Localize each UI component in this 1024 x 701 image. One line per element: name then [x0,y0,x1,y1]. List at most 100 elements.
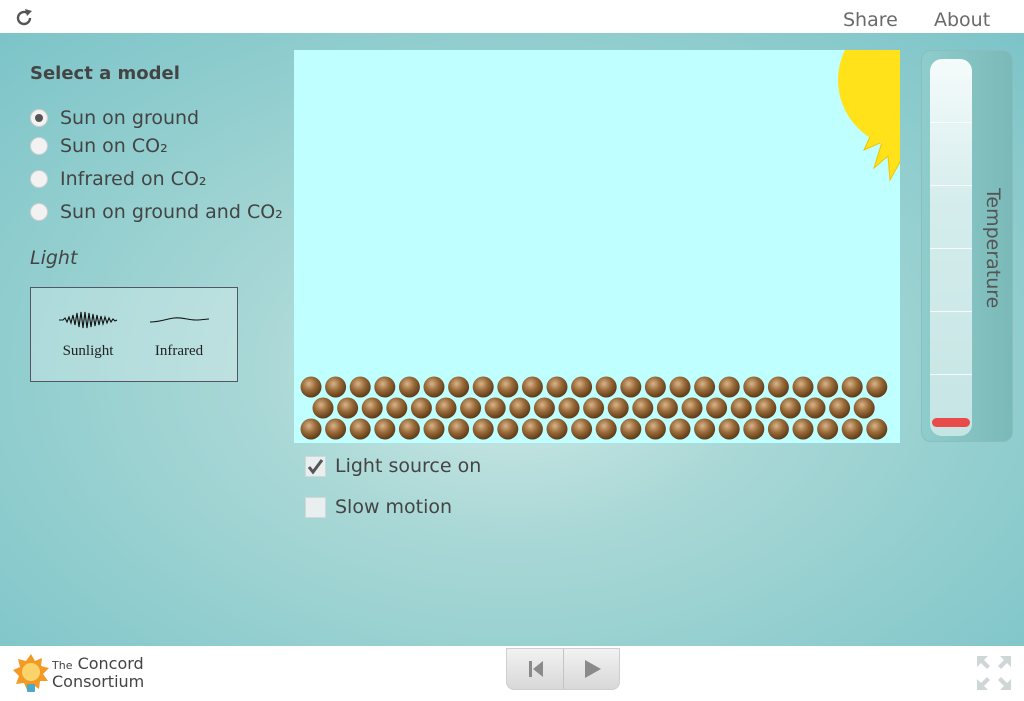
about-link[interactable]: About [934,9,990,31]
sunlight-label: Sunlight [62,343,114,359]
ground-particle [448,418,470,440]
radio-button[interactable] [30,170,48,188]
ground-particle [472,376,494,398]
ground-particle [644,418,666,440]
slow-motion-label: Slow motion [335,496,453,518]
top-bar: Share About [0,0,1024,34]
ground-particle [497,376,519,398]
light-source-label: Light source on [335,455,482,477]
select-model-title: Select a model [30,63,180,84]
ground-particle [607,397,629,419]
infrared-label: Infrared [154,343,204,359]
checkmark-icon [307,458,324,474]
ground-particle [595,418,617,440]
ground-particle [374,376,396,398]
ground-particle [533,397,555,419]
concord-logo[interactable]: The Concord Consortium [12,652,162,696]
share-link[interactable]: Share [843,9,898,31]
ground-particle [484,397,506,419]
fullscreen-icon[interactable] [975,654,1013,692]
radio-sun-on-ground-and-co2[interactable]: Sun on ground and CO₂ [30,200,283,224]
ground-particle [829,397,851,419]
thermometer-tick [930,185,972,186]
thermometer-tube [930,59,972,436]
legend-infrared: Infrared [139,308,219,360]
radio-label: Sun on ground [60,107,200,129]
radio-button[interactable] [30,203,48,221]
ground-particle [435,397,457,419]
radio-sun-on-ground[interactable]: Sun on ground [30,106,199,130]
ground-particle [558,397,580,419]
ground-particle [866,376,888,398]
ground-particle [817,418,839,440]
ground-particle [509,397,531,419]
ground-particle [669,418,691,440]
ground-particle [472,418,494,440]
ground-particle [841,376,863,398]
model-canvas [300,50,900,440]
ground-particle [841,418,863,440]
play-button[interactable] [564,649,620,689]
ground-particle [521,376,543,398]
radio-button[interactable] [30,109,48,127]
ground-particle [460,397,482,419]
ground-particle [374,418,396,440]
ground-particle [423,418,445,440]
model-view[interactable] [294,50,900,443]
radio-label: Sun on ground and CO₂ [60,201,283,223]
ground-particle [681,397,703,419]
ground-particle [779,397,801,419]
infrared-wave-icon [149,317,210,323]
light-source-checkbox-row[interactable]: Light source on [305,454,481,478]
light-source-checkbox[interactable] [305,455,326,477]
ground-particle [792,418,814,440]
ground-particle [546,376,568,398]
ground-particle [743,418,765,440]
logo-line-3: Consortium [52,672,145,691]
ground-particle [410,397,432,419]
ground-particle [817,376,839,398]
legend-sunlight: Sunlight [48,308,128,360]
ground-particle [349,376,371,398]
lightbulb-logo-icon [13,654,49,692]
slow-motion-checkbox-row[interactable]: Slow motion [305,495,452,519]
sunlight-wave-icon [59,311,118,329]
ground-particle [349,418,371,440]
slow-motion-checkbox[interactable] [305,496,326,518]
ground-particle [398,376,420,398]
thermometer-tick [930,311,972,312]
logo-line-1: The [52,659,73,672]
logo-line-2: Concord [77,654,144,673]
ground-particle [546,418,568,440]
ground-particle [804,397,826,419]
ground-particle [620,418,642,440]
reload-icon[interactable] [14,8,34,28]
radio-button[interactable] [30,137,48,155]
ground-particle [448,376,470,398]
ground-particle [718,376,740,398]
sun-icon [838,50,900,182]
radio-label: Sun on CO₂ [60,135,168,157]
ground-particle [497,418,519,440]
ground-particle [571,376,593,398]
ground-particle [792,376,814,398]
ground-particle [386,397,408,419]
radio-label: Infrared on CO₂ [60,168,207,190]
radio-sun-on-co2[interactable]: Sun on CO₂ [30,134,168,158]
thermometer-level [932,417,970,427]
ground-particle [866,418,888,440]
ground-particle [361,397,383,419]
step-back-button[interactable] [507,649,564,689]
ground-particle [337,397,359,419]
ground-particle [694,418,716,440]
ground-particle [730,397,752,419]
step-back-icon [529,661,543,677]
ground-particles [300,376,888,440]
ground-particle [325,418,347,440]
ground-particle [718,418,740,440]
play-icon [585,660,601,678]
radio-infrared-on-co2[interactable]: Infrared on CO₂ [30,167,207,191]
ground-particle [595,376,617,398]
ground-particle [300,376,322,398]
ground-particle [767,418,789,440]
